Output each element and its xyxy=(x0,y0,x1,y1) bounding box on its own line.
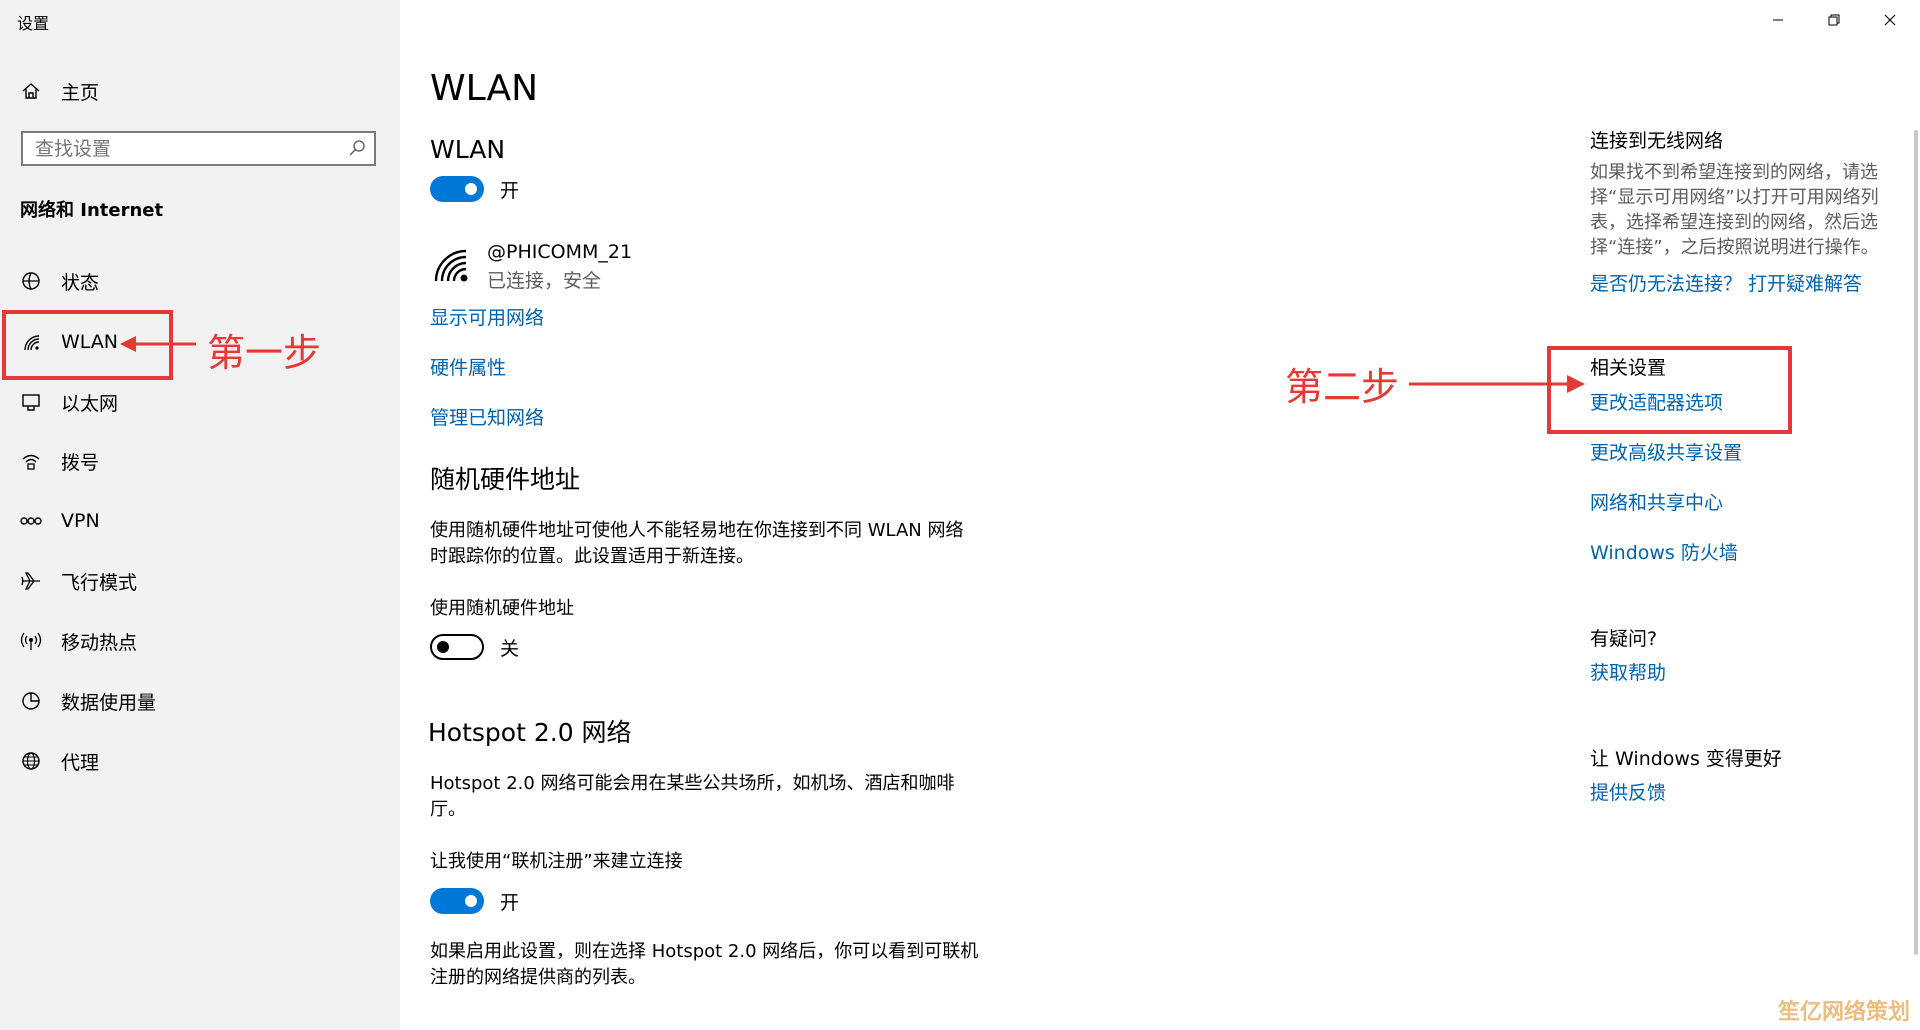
search-field[interactable] xyxy=(21,131,376,166)
page-title: WLAN xyxy=(430,68,539,109)
network-status: 已连接，安全 xyxy=(487,270,602,292)
troubleshoot-link[interactable]: 是否仍无法连接？ 打开疑难解答 xyxy=(1590,269,1862,296)
feedback-heading: 让 Windows 变得更好 xyxy=(1590,748,1782,770)
advanced-sharing-link[interactable]: 更改高级共享设置 xyxy=(1590,438,1742,465)
sidebar-item-status[interactable]: 状态 xyxy=(0,258,400,304)
data-usage-icon xyxy=(19,689,43,713)
sidebar-item-dialup[interactable]: 拨号 xyxy=(0,438,400,484)
random-mac-heading: 随机硬件地址 xyxy=(430,465,581,494)
manage-known-networks-link[interactable]: 管理已知网络 xyxy=(430,403,544,430)
sidebar-item-vpn[interactable]: VPN xyxy=(0,498,400,544)
section-title: 网络和 Internet xyxy=(20,200,164,221)
airplane-icon xyxy=(19,569,43,593)
sidebar-item-home[interactable]: 主页 xyxy=(0,68,400,114)
sidebar-item-data-usage[interactable]: 数据使用量 xyxy=(0,678,400,724)
random-mac-toggle-caption: 使用随机硬件地址 xyxy=(430,598,574,619)
network-sharing-center-link[interactable]: 网络和共享中心 xyxy=(1590,488,1723,515)
dialup-icon xyxy=(19,449,43,473)
wlan-toggle-label: 开 xyxy=(500,180,520,202)
random-mac-toggle-label: 关 xyxy=(500,638,520,660)
home-icon xyxy=(19,79,43,103)
minimize-icon xyxy=(1772,11,1784,30)
network-name[interactable]: @PHICOMM_21 xyxy=(487,241,632,263)
vpn-icon xyxy=(19,509,43,533)
sidebar-item-airplane[interactable]: 飞行模式 xyxy=(0,558,400,604)
hotspot-footer: 如果启用此设置，则在选择 Hotspot 2.0 网络后，你可以看到可联机 注册… xyxy=(430,941,979,988)
hotspot-toggle[interactable] xyxy=(430,888,484,914)
sidebar-item-label: 数据使用量 xyxy=(61,691,157,714)
show-available-networks-link[interactable]: 显示可用网络 xyxy=(430,303,544,330)
restore-button[interactable] xyxy=(1806,0,1862,40)
hotspot-description: Hotspot 2.0 网络可能会用在某些公共场所，如机场、酒店和咖啡 厅。 xyxy=(430,773,955,820)
sidebar-item-label: 移动热点 xyxy=(61,631,138,654)
help-heading: 有疑问? xyxy=(1590,628,1658,650)
sidebar-item-label: 状态 xyxy=(61,271,100,294)
sidebar-item-label: 以太网 xyxy=(61,392,119,415)
hotspot-toggle-label: 开 xyxy=(500,892,520,914)
connect-heading: 连接到无线网络 xyxy=(1590,130,1724,152)
arrow-step1 xyxy=(120,336,196,352)
hotspot-icon xyxy=(19,629,43,653)
scrollbar[interactable] xyxy=(1914,130,1918,955)
connect-body: 如果找不到希望连接到的网络，请选 择“显示可用网络”以打开可用网络列 表，选择希… xyxy=(1590,162,1879,258)
search-icon xyxy=(348,139,366,161)
hotspot-toggle-caption: 让我使用“联机注册”来建立连接 xyxy=(430,851,683,872)
annotation-step1: 第一步 xyxy=(207,331,322,375)
sidebar-item-proxy[interactable]: 代理 xyxy=(0,738,400,784)
sidebar-item-label: 飞行模式 xyxy=(61,571,138,594)
hardware-properties-link[interactable]: 硬件属性 xyxy=(430,353,506,380)
wlan-toggle[interactable] xyxy=(430,176,484,202)
restore-icon xyxy=(1828,11,1840,30)
sidebar-item-label: 代理 xyxy=(61,751,100,774)
search-input[interactable] xyxy=(23,133,335,164)
random-mac-toggle[interactable] xyxy=(430,634,484,660)
hotspot-heading: Hotspot 2.0 网络 xyxy=(428,718,632,747)
sidebar-item-ethernet[interactable]: 以太网 xyxy=(0,379,400,425)
minimize-button[interactable] xyxy=(1750,0,1806,40)
close-button[interactable] xyxy=(1862,0,1918,40)
random-mac-description: 使用随机硬件地址可使他人不能轻易地在你连接到不同 WLAN 网络 时跟踪你的位置… xyxy=(430,520,964,567)
status-icon xyxy=(19,269,43,293)
windows-firewall-link[interactable]: Windows 防火墙 xyxy=(1590,538,1738,565)
highlight-box-step2 xyxy=(1547,346,1792,434)
close-icon xyxy=(1884,11,1896,30)
globe-icon xyxy=(19,749,43,773)
wlan-heading: WLAN xyxy=(430,135,506,164)
sidebar-item-label: 主页 xyxy=(61,81,100,104)
get-help-link[interactable]: 获取帮助 xyxy=(1590,658,1666,685)
window-title: 设置 xyxy=(17,14,50,33)
sidebar-item-label: 拨号 xyxy=(61,451,100,474)
sidebar-item-label: VPN xyxy=(61,510,100,532)
sidebar: 设置 主页 网络和 Internet 状态 WLAN 以太网 xyxy=(0,0,400,1030)
ethernet-icon xyxy=(19,390,43,414)
annotation-step2: 第二步 xyxy=(1285,365,1400,409)
network-wifi-icon xyxy=(432,245,472,289)
sidebar-item-hotspot[interactable]: 移动热点 xyxy=(0,618,400,664)
give-feedback-link[interactable]: 提供反馈 xyxy=(1590,778,1666,805)
watermark: 笙亿网络策划 xyxy=(1777,1000,1910,1025)
